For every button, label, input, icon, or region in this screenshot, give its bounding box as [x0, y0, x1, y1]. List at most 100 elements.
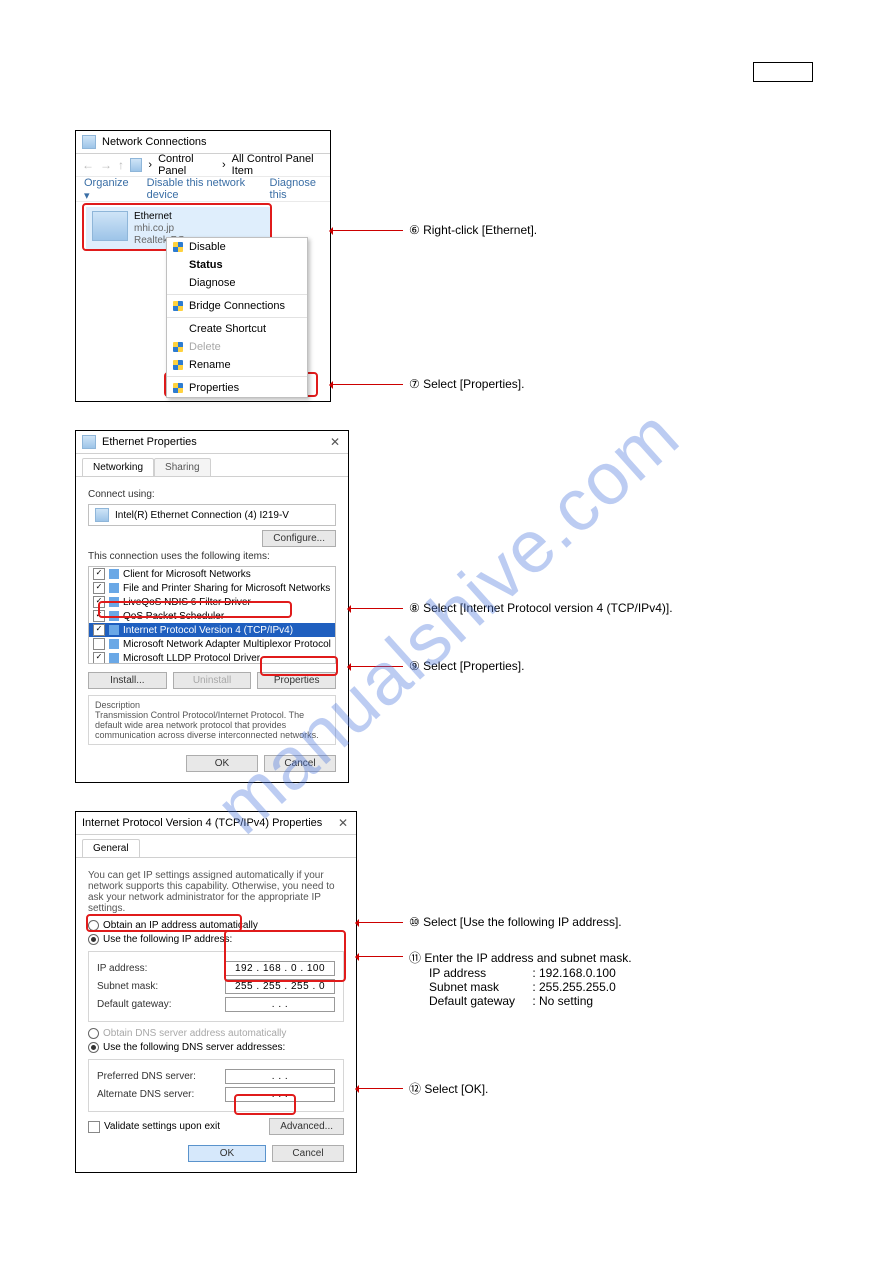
alt-dns-label: Alternate DNS server:: [97, 1089, 194, 1100]
ctx-shortcut[interactable]: Create Shortcut: [167, 320, 307, 338]
ethernet-properties-window: Ethernet Properties ✕ Networking Sharing…: [75, 430, 349, 783]
breadcrumb-part[interactable]: ›: [148, 159, 152, 171]
adapter-domain: mhi.co.jp: [134, 223, 185, 235]
list-item-label: Microsoft LLDP Protocol Driver: [123, 653, 260, 664]
nav-up-icon[interactable]: ↑: [118, 158, 124, 172]
list-item[interactable]: ✓QoS Packet Scheduler: [89, 609, 335, 623]
callout-line: [331, 230, 403, 231]
tcpip4-properties-window: Internet Protocol Version 4 (TCP/IPv4) P…: [75, 811, 357, 1173]
description-body: Transmission Control Protocol/Internet P…: [95, 710, 329, 740]
callout-line: [349, 608, 403, 609]
configure-button[interactable]: Configure...: [262, 530, 336, 547]
list-item[interactable]: Microsoft Network Adapter Multiplexor Pr…: [89, 637, 335, 651]
annotation-11-gw-value: : No setting: [532, 994, 593, 1008]
annotation-11-ip-label: IP address: [429, 966, 529, 980]
alt-dns-input[interactable]: . . .: [225, 1087, 335, 1102]
list-item-tcpip4[interactable]: ✓Internet Protocol Version 4 (TCP/IPv4): [89, 623, 335, 637]
breadcrumb-part[interactable]: Control Panel: [158, 153, 216, 177]
adapter-name: Ethernet: [134, 211, 185, 223]
use-dns-radio[interactable]: Use the following DNS server addresses:: [88, 1042, 344, 1053]
description-box: Description Transmission Control Protoco…: [88, 695, 336, 745]
nav-forward-icon[interactable]: →: [100, 158, 112, 172]
window-icon: [82, 135, 96, 149]
list-item-label: Microsoft Network Adapter Multiplexor Pr…: [123, 639, 331, 650]
protocol-icon: [109, 569, 119, 579]
annotation-8: ⑧ Select [Internet Protocol version 4 (T…: [409, 601, 673, 615]
adapter-icon: [95, 508, 109, 522]
close-icon[interactable]: ✕: [328, 435, 342, 449]
list-item[interactable]: ✓Microsoft LLDP Protocol Driver: [89, 651, 335, 664]
cancel-button[interactable]: Cancel: [272, 1145, 344, 1162]
default-gateway-input[interactable]: . . .: [225, 997, 335, 1012]
page-number-box: [753, 62, 813, 82]
annotation-10: ⑩ Select [Use the following IP address].: [409, 915, 622, 929]
ctx-bridge[interactable]: Bridge Connections: [167, 297, 307, 315]
use-ip-label: Use the following IP address:: [103, 934, 232, 945]
annotation-11-gw-label: Default gateway: [429, 994, 529, 1008]
obtain-ip-radio[interactable]: Obtain an IP address automatically: [88, 920, 344, 931]
ok-button[interactable]: OK: [186, 755, 258, 772]
ctx-disable-label: Disable: [189, 241, 226, 253]
ctx-diagnose[interactable]: Diagnose: [167, 274, 307, 292]
tabs: Networking Sharing: [76, 454, 348, 477]
ctx-delete-label: Delete: [189, 341, 221, 353]
validate-checkbox[interactable]: Validate settings upon exit: [88, 1121, 220, 1133]
ctx-rename[interactable]: Rename: [167, 356, 307, 374]
window-title: Ethernet Properties: [102, 436, 197, 448]
annotation-11-ip-value: : 192.168.0.100: [532, 966, 615, 980]
cancel-button[interactable]: Cancel: [264, 755, 336, 772]
breadcrumb-part[interactable]: All Control Panel Item: [232, 153, 324, 177]
use-ip-radio[interactable]: Use the following IP address:: [88, 934, 344, 945]
protocol-listbox[interactable]: ✓Client for Microsoft Networks ✓File and…: [88, 566, 336, 664]
list-item-label: Client for Microsoft Networks: [123, 569, 251, 580]
adapter-icon: [92, 211, 128, 241]
ctx-status-label: Status: [189, 259, 223, 271]
annotation-11-mask-value: : 255.255.255.0: [532, 980, 615, 994]
ip-address-label: IP address:: [97, 963, 147, 974]
uses-label: This connection uses the following items…: [88, 551, 336, 562]
breadcrumb-sep: ›: [222, 159, 226, 171]
close-icon[interactable]: ✕: [336, 816, 350, 830]
advanced-button[interactable]: Advanced...: [269, 1118, 344, 1135]
window-icon: [82, 435, 96, 449]
subnet-mask-input[interactable]: 255 . 255 . 255 . 0: [225, 979, 335, 994]
install-button[interactable]: Install...: [88, 672, 167, 689]
breadcrumb-icon: [130, 158, 142, 172]
callout-line: [357, 956, 403, 957]
tab-networking[interactable]: Networking: [82, 458, 154, 476]
shield-icon: [173, 301, 183, 311]
disable-device-button[interactable]: Disable this network device: [147, 177, 252, 201]
window-title: Network Connections: [102, 136, 207, 148]
ok-button[interactable]: OK: [188, 1145, 266, 1162]
ctx-status[interactable]: Status: [167, 256, 307, 274]
ctx-disable[interactable]: Disable: [167, 238, 307, 256]
callout-line: [357, 1088, 403, 1089]
protocol-icon: [109, 583, 119, 593]
tab-general[interactable]: General: [82, 839, 140, 857]
list-item[interactable]: ✓File and Printer Sharing for Microsoft …: [89, 581, 335, 595]
ctx-diagnose-label: Diagnose: [189, 277, 235, 289]
ctx-bridge-label: Bridge Connections: [189, 300, 285, 312]
toolbar: Organize ▾ Disable this network device D…: [76, 177, 330, 202]
ip-address-input[interactable]: 192 . 168 . 0 . 100: [225, 961, 335, 976]
list-item-label: File and Printer Sharing for Microsoft N…: [123, 583, 330, 594]
obtain-dns-label: Obtain DNS server address automatically: [103, 1028, 286, 1039]
tab-sharing[interactable]: Sharing: [154, 458, 210, 476]
title-bar: Network Connections: [76, 131, 330, 154]
ctx-properties-label: Properties: [189, 382, 239, 394]
nav-back-icon[interactable]: ←: [82, 158, 94, 172]
list-item[interactable]: ✓Client for Microsoft Networks: [89, 567, 335, 581]
ctx-properties[interactable]: Properties: [167, 379, 307, 397]
list-item[interactable]: ✓LiveQoS NDIS 6 Filter Driver: [89, 595, 335, 609]
uninstall-button: Uninstall: [173, 672, 252, 689]
description-title: Description: [95, 700, 329, 710]
diagnose-button[interactable]: Diagnose this: [270, 177, 322, 201]
connect-using-label: Connect using:: [88, 489, 336, 500]
pref-dns-input[interactable]: . . .: [225, 1069, 335, 1084]
callout-line: [349, 666, 403, 667]
annotation-11: ⑪ Enter the IP address and subnet mask.: [409, 949, 632, 966]
annotation-6: ⑥ Right-click [Ethernet].: [409, 223, 537, 237]
intro-text: You can get IP settings assigned automat…: [88, 870, 344, 914]
properties-button[interactable]: Properties: [257, 672, 336, 689]
organize-menu[interactable]: Organize ▾: [84, 177, 129, 202]
